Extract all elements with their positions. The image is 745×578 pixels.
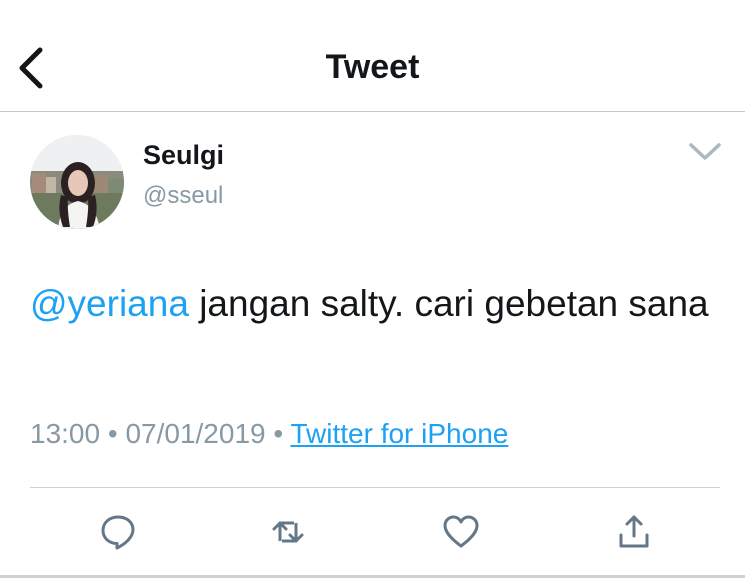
page-title: Tweet bbox=[325, 48, 420, 86]
source-link[interactable]: Twitter for iPhone bbox=[290, 418, 508, 449]
tweet-time: 13:00 bbox=[30, 418, 101, 449]
meta-separator: • bbox=[107, 418, 118, 449]
tweet-date: 07/01/2019 bbox=[125, 418, 266, 449]
retweet-icon[interactable] bbox=[268, 512, 308, 552]
tweet-text-body: jangan salty. cari gebetan sana bbox=[188, 283, 709, 324]
navigation-bar: Tweet bbox=[0, 0, 745, 112]
avatar[interactable] bbox=[30, 135, 124, 229]
author-name[interactable]: Seulgi bbox=[143, 140, 224, 171]
author-handle[interactable]: @sseul bbox=[143, 182, 223, 210]
reply-icon[interactable] bbox=[98, 512, 138, 552]
meta-separator: • bbox=[273, 418, 284, 449]
tweet-text: @yeriana jangan salty. cari gebetan sana bbox=[30, 282, 720, 326]
tweet-meta: 13:00 • 07/01/2019 • Twitter for iPhone bbox=[30, 418, 508, 450]
mention-link[interactable]: @yeriana bbox=[30, 283, 189, 324]
divider bbox=[30, 487, 720, 488]
share-icon[interactable] bbox=[614, 512, 654, 552]
chevron-down-icon[interactable] bbox=[688, 140, 722, 164]
like-icon[interactable] bbox=[441, 512, 481, 552]
